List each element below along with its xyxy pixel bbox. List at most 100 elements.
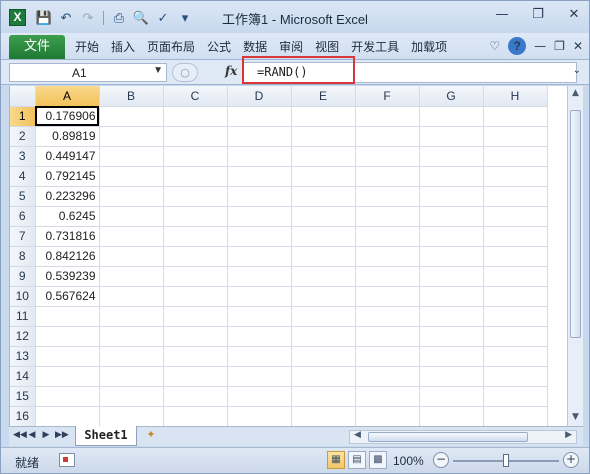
grid-cell[interactable]	[35, 406, 100, 426]
row-header[interactable]: 8	[10, 246, 36, 267]
grid-cell[interactable]	[419, 106, 484, 127]
column-header[interactable]: G	[419, 86, 484, 107]
row-header[interactable]: 11	[10, 306, 36, 327]
grid-cell[interactable]	[35, 326, 100, 347]
grid-cell[interactable]	[163, 106, 228, 127]
grid-cell[interactable]	[355, 286, 420, 307]
grid-cell[interactable]	[227, 266, 292, 287]
grid-cell[interactable]	[291, 246, 356, 267]
grid-cell[interactable]	[163, 286, 228, 307]
grid-cell[interactable]	[483, 406, 548, 426]
grid-cell[interactable]	[99, 326, 164, 347]
column-header[interactable]: A	[35, 86, 100, 107]
normal-view-icon[interactable]: ▦	[327, 451, 345, 469]
tab-view[interactable]: 视图	[309, 38, 345, 56]
grid-cell[interactable]	[355, 166, 420, 187]
grid-cell[interactable]	[483, 206, 548, 227]
tab-review[interactable]: 审阅	[273, 38, 309, 56]
grid-cell[interactable]	[355, 266, 420, 287]
tab-file[interactable]: 文件	[9, 35, 65, 59]
grid-cell[interactable]	[35, 346, 100, 367]
scroll-up-icon[interactable]: ▲	[570, 88, 581, 98]
grid-cell[interactable]	[35, 366, 100, 387]
active-cell[interactable]: 0.176906	[35, 106, 100, 127]
horizontal-scroll-thumb[interactable]	[368, 432, 528, 442]
grid-cell[interactable]	[227, 206, 292, 227]
worksheet-grid[interactable]: A B C D E F G H 1 0.176906 2 0.89819 3 0.4491…	[9, 86, 567, 426]
restore-icon[interactable]: ❐	[531, 7, 545, 22]
grid-cell[interactable]	[291, 226, 356, 247]
last-sheet-icon[interactable]: ▶▶	[55, 430, 69, 440]
grid-cell[interactable]	[99, 226, 164, 247]
grid-cell[interactable]	[99, 266, 164, 287]
grid-cell[interactable]	[227, 366, 292, 387]
grid-cell[interactable]	[227, 246, 292, 267]
page-layout-view-icon[interactable]: ▤	[348, 451, 366, 469]
doc-minimize-icon[interactable]: —	[534, 39, 546, 53]
grid-cell[interactable]	[99, 306, 164, 327]
grid-cell[interactable]	[483, 146, 548, 167]
zoom-slider-thumb[interactable]	[503, 454, 509, 467]
grid-cell[interactable]	[419, 166, 484, 187]
grid-cell[interactable]	[419, 326, 484, 347]
row-header[interactable]: 14	[10, 366, 36, 387]
vertical-scrollbar[interactable]: ▲ ▼	[567, 86, 583, 426]
page-break-view-icon[interactable]: ▩	[369, 451, 387, 469]
grid-cell[interactable]	[355, 126, 420, 147]
grid-cell[interactable]	[419, 286, 484, 307]
grid-cell[interactable]	[163, 386, 228, 407]
prev-sheet-icon[interactable]: ◀	[27, 430, 37, 440]
row-header[interactable]: 6	[10, 206, 36, 227]
grid-cell[interactable]	[163, 406, 228, 426]
grid-cell[interactable]	[355, 246, 420, 267]
scroll-left-icon[interactable]: ◀	[354, 430, 361, 440]
grid-cell[interactable]: 0.567624	[35, 286, 100, 307]
close-icon[interactable]: ✕	[567, 7, 581, 22]
tab-data[interactable]: 数据	[237, 38, 273, 56]
grid-cell[interactable]	[355, 106, 420, 127]
row-header[interactable]: 15	[10, 386, 36, 407]
row-header[interactable]: 1	[10, 106, 36, 127]
chevron-down-icon[interactable]: ▼	[153, 65, 163, 76]
grid-cell[interactable]	[163, 186, 228, 207]
grid-cell[interactable]	[227, 286, 292, 307]
tab-insert[interactable]: 插入	[105, 38, 141, 56]
grid-cell[interactable]	[483, 366, 548, 387]
grid-cell[interactable]	[355, 206, 420, 227]
grid-cell[interactable]	[163, 206, 228, 227]
grid-cell[interactable]	[419, 226, 484, 247]
column-header[interactable]: D	[227, 86, 292, 107]
grid-cell[interactable]	[355, 146, 420, 167]
row-header[interactable]: 4	[10, 166, 36, 187]
grid-cell[interactable]	[227, 106, 292, 127]
doc-restore-icon[interactable]: ❐	[554, 39, 565, 53]
grid-cell[interactable]	[163, 226, 228, 247]
grid-cell[interactable]	[35, 386, 100, 407]
grid-cell[interactable]	[99, 166, 164, 187]
column-header[interactable]: C	[163, 86, 228, 107]
grid-cell[interactable]	[483, 286, 548, 307]
grid-cell[interactable]	[483, 126, 548, 147]
grid-cell[interactable]: 0.89819	[35, 126, 100, 147]
grid-cell[interactable]	[419, 386, 484, 407]
scroll-right-icon[interactable]: ▶	[565, 430, 572, 440]
grid-cell[interactable]	[227, 186, 292, 207]
grid-cell[interactable]: 0.731816	[35, 226, 100, 247]
grid-cell[interactable]	[163, 266, 228, 287]
grid-cell[interactable]: 0.6245	[35, 206, 100, 227]
grid-cell[interactable]	[99, 186, 164, 207]
grid-cell[interactable]	[99, 126, 164, 147]
row-header[interactable]: 9	[10, 266, 36, 287]
tab-add-ins[interactable]: 加载项	[405, 38, 453, 56]
sheet-tab-sheet1[interactable]: Sheet1	[75, 426, 137, 446]
grid-cell[interactable]: 0.539239	[35, 266, 100, 287]
grid-cell[interactable]	[419, 206, 484, 227]
grid-cell[interactable]	[99, 386, 164, 407]
grid-cell[interactable]	[227, 146, 292, 167]
insert-function-button[interactable]: fx	[225, 64, 237, 78]
zoom-out-icon[interactable]: −	[433, 452, 449, 468]
grid-cell[interactable]	[483, 226, 548, 247]
help-icon[interactable]: ?	[508, 37, 527, 55]
grid-cell[interactable]	[163, 166, 228, 187]
grid-cell[interactable]	[163, 326, 228, 347]
